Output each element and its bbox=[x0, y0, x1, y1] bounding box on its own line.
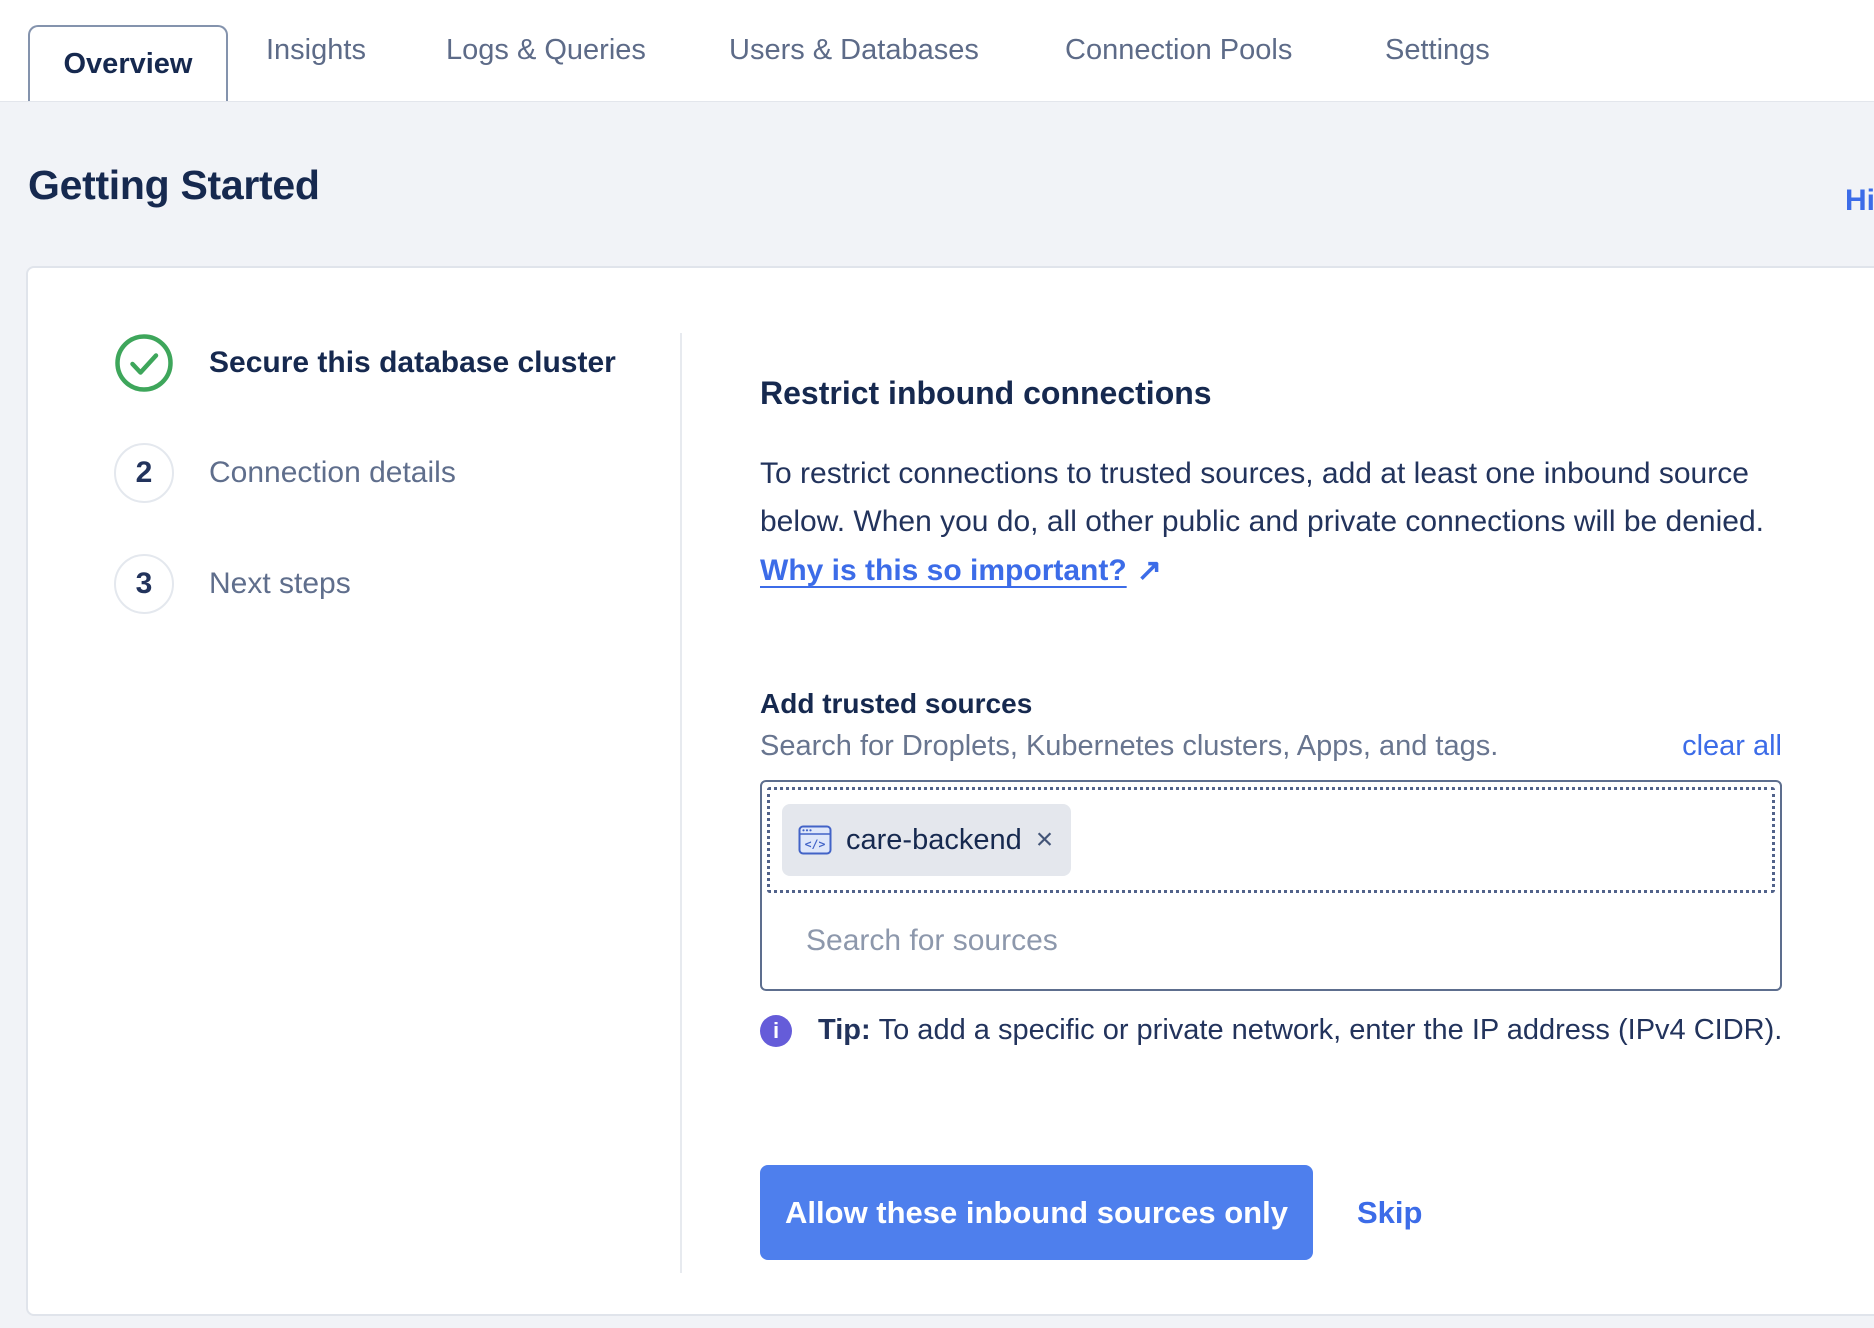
tab-overview[interactable]: Overview bbox=[28, 25, 228, 101]
svg-text:</>: </> bbox=[805, 837, 826, 851]
step-3-circle: 3 bbox=[114, 554, 174, 614]
step-2-number: 2 bbox=[136, 456, 153, 490]
step-3-label: Next steps bbox=[209, 554, 351, 614]
stepper-content-divider bbox=[680, 333, 682, 1273]
search-sources-input[interactable] bbox=[764, 895, 1778, 987]
external-link-arrow-icon: ↗ bbox=[1137, 554, 1162, 587]
actions-row: Allow these inbound sources only Skip bbox=[760, 1165, 1422, 1260]
trusted-sources-helper-text: Search for Droplets, Kubernetes clusters… bbox=[760, 730, 1498, 763]
tab-bar: Overview Insights Logs & Queries Users &… bbox=[0, 0, 1874, 101]
tab-settings[interactable]: Settings bbox=[1385, 0, 1490, 101]
database-cluster-screen: Overview Insights Logs & Queries Users &… bbox=[0, 0, 1874, 1328]
add-trusted-sources-label: Add trusted sources bbox=[760, 688, 1032, 720]
panel-description: To restrict connections to trusted sourc… bbox=[760, 450, 1764, 546]
step-3-number: 3 bbox=[136, 567, 153, 601]
why-important-link-label: Why is this so important? bbox=[760, 554, 1127, 587]
tip-row: i Tip:To add a specific or private netwo… bbox=[760, 1014, 1782, 1047]
check-icon bbox=[114, 333, 174, 393]
panel-heading: Restrict inbound connections bbox=[760, 375, 1212, 412]
tab-logs-queries[interactable]: Logs & Queries bbox=[446, 0, 646, 101]
source-chip-label: care-backend bbox=[846, 824, 1022, 857]
content-area: Getting Started Hi Secure this database … bbox=[0, 101, 1874, 1328]
step-1-label: Secure this database cluster bbox=[209, 333, 616, 393]
trusted-sources-helper-row: Search for Droplets, Kubernetes clusters… bbox=[760, 730, 1782, 768]
clear-all-link[interactable]: clear all bbox=[1682, 730, 1782, 763]
step-1-check-circle bbox=[114, 333, 174, 393]
hide-link[interactable]: Hi bbox=[1845, 184, 1874, 218]
tab-users-databases[interactable]: Users & Databases bbox=[729, 0, 979, 101]
tip-prefix: Tip: bbox=[818, 1014, 871, 1046]
page-title: Getting Started bbox=[28, 162, 320, 209]
tip-body: To add a specific or private network, en… bbox=[879, 1014, 1783, 1046]
panel-description-line1: To restrict connections to trusted sourc… bbox=[760, 450, 1764, 498]
tab-overview-label: Overview bbox=[64, 48, 193, 81]
source-chip-care-backend: </> care-backend × bbox=[782, 804, 1071, 876]
app-platform-icon: </> bbox=[798, 825, 832, 855]
tip-text: Tip:To add a specific or private network… bbox=[818, 1014, 1782, 1047]
trusted-sources-box: </> care-backend × bbox=[760, 780, 1782, 991]
step-2-label: Connection details bbox=[209, 443, 456, 503]
step-2-circle: 2 bbox=[114, 443, 174, 503]
allow-inbound-sources-button[interactable]: Allow these inbound sources only bbox=[760, 1165, 1313, 1260]
remove-source-icon[interactable]: × bbox=[1036, 825, 1054, 855]
why-important-link[interactable]: Why is this so important? ↗ bbox=[760, 553, 1162, 588]
secure-cluster-panel: Restrict inbound connections To restrict… bbox=[760, 268, 1782, 1314]
getting-started-card: Secure this database cluster 2 Connectio… bbox=[26, 266, 1874, 1316]
info-icon: i bbox=[760, 1015, 792, 1047]
tab-connection-pools[interactable]: Connection Pools bbox=[1065, 0, 1292, 101]
panel-description-line2: below. When you do, all other public and… bbox=[760, 498, 1764, 546]
trusted-sources-token-area[interactable]: </> care-backend × bbox=[767, 787, 1775, 893]
tab-insights[interactable]: Insights bbox=[266, 0, 366, 101]
skip-link[interactable]: Skip bbox=[1357, 1195, 1422, 1231]
